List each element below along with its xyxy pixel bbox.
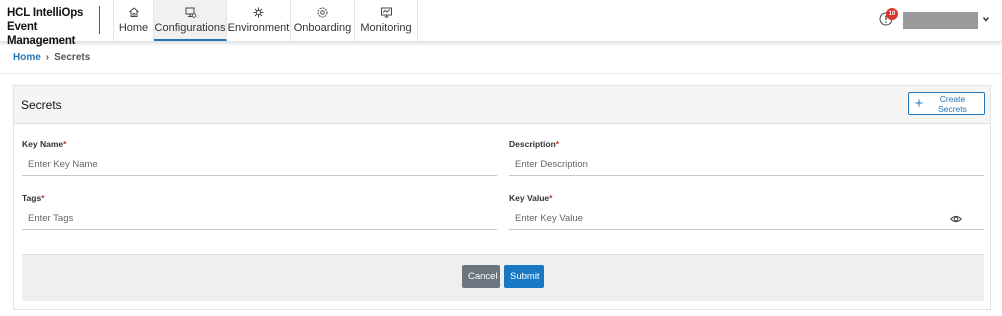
breadcrumb-divider [0,73,1002,74]
breadcrumb-home-link[interactable]: Home [13,52,41,63]
monitoring-icon [380,5,393,19]
submit-button[interactable]: Submit [504,265,544,288]
main-nav-tabs: Home Configurations Environment Onboardi… [113,0,418,41]
home-icon [128,5,140,19]
secrets-card: Secrets Create Secrets Key Name* Descrip… [13,85,991,310]
breadcrumb-current: Secrets [54,52,91,63]
user-profile-menu[interactable] [903,12,978,29]
create-secrets-button[interactable]: Create Secrets [908,92,985,115]
key-value-field-group: Key Value* [509,193,984,233]
plus-icon [915,99,923,109]
description-field-group: Description* [509,139,984,179]
description-input[interactable] [509,154,984,176]
create-secrets-label: Create Secrets [938,93,967,114]
brand-line-2: Event Management [7,21,76,47]
tab-onboarding[interactable]: Onboarding [291,0,355,41]
show-password-eye-icon[interactable] [950,213,962,225]
tab-environment[interactable]: Environment [227,0,291,41]
notification-count-badge: 10 [886,8,898,20]
tags-field-group: Tags* [22,193,497,233]
configurations-icon [184,5,197,19]
chevron-down-icon[interactable] [982,15,990,23]
description-label: Description* [509,139,560,149]
key-value-label: Key Value* [509,193,553,203]
key-name-field-group: Key Name* [22,139,497,179]
tab-home[interactable]: Home [113,0,154,41]
breadcrumb-separator: › [45,52,50,63]
tab-home-label: Home [118,22,149,34]
page-title: Secrets [21,98,62,112]
form-actions-bar: Cancel Submit [22,254,984,301]
brand-divider [99,6,100,34]
tab-environment-label: Environment [227,22,290,34]
tab-configurations[interactable]: Configurations [154,0,227,41]
tab-onboarding-label: Onboarding [293,22,352,34]
key-name-label: Key Name* [22,139,67,149]
tab-configurations-label: Configurations [154,22,226,34]
cancel-button[interactable]: Cancel [462,265,500,288]
brand-logo[interactable]: HCL IntelliOps Event Management [7,6,99,48]
top-navigation-bar: HCL IntelliOps Event Management Home Con… [0,0,1002,47]
brand-line-1: HCL IntelliOps [7,7,84,19]
tags-label: Tags* [22,193,45,203]
environment-icon [252,5,265,19]
tab-monitoring-label: Monitoring [360,22,412,34]
tags-input[interactable] [22,208,497,230]
breadcrumb: Home › Secrets [13,52,90,63]
key-value-input[interactable] [509,208,984,230]
onboarding-icon [316,5,329,19]
key-name-input[interactable] [22,154,497,176]
tab-monitoring[interactable]: Monitoring [355,0,418,41]
card-header: Secrets Create Secrets [14,86,990,124]
